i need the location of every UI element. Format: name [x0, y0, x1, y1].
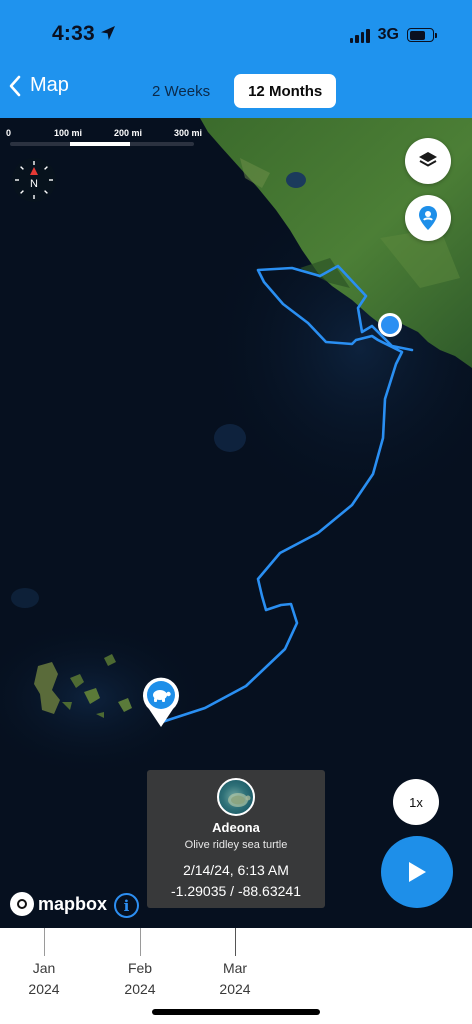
- layers-button[interactable]: [405, 138, 451, 184]
- period-tabs: 2 Weeks 12 Months: [138, 74, 337, 108]
- info-icon[interactable]: i: [114, 893, 139, 918]
- mapbox-logo-icon: [10, 892, 34, 916]
- timeline-tick: [44, 928, 45, 956]
- scale-label: 200 mi: [114, 128, 143, 138]
- year-label: 2024: [219, 981, 251, 997]
- tab-12-months[interactable]: 12 Months: [234, 74, 337, 108]
- play-button[interactable]: [381, 836, 453, 908]
- location-arrow-icon: [101, 26, 115, 40]
- position-datetime: 2/14/24, 6:13 AM: [183, 862, 289, 878]
- network-type: 3G: [377, 26, 399, 43]
- chevron-left-icon: [9, 75, 21, 96]
- animal-name: Adeona: [212, 820, 260, 835]
- mapbox-attribution[interactable]: mapbox: [10, 892, 107, 916]
- status-indicators: 3G: [349, 26, 437, 44]
- timeline-label-feb: Feb 2024: [110, 958, 170, 1000]
- tab-2-weeks[interactable]: 2 Weeks: [138, 74, 224, 108]
- map-view[interactable]: 0 100 mi 200 mi 300 mi N Adeona Olive ri…: [0, 118, 472, 928]
- timeline-label-jan: Jan 2024: [14, 958, 74, 1000]
- location-pin-icon: [419, 206, 437, 230]
- compass-icon[interactable]: N: [12, 158, 56, 202]
- cellular-signal-icon: [349, 28, 370, 43]
- status-time: 4:33: [52, 22, 95, 45]
- animal-info-card: Adeona Olive ridley sea turtle 2/14/24, …: [147, 770, 325, 908]
- home-indicator: [152, 1009, 320, 1015]
- timeline-tick: [235, 928, 236, 956]
- scale-label: 100 mi: [54, 128, 83, 138]
- timeline[interactable]: Jan 2024 Feb 2024 Mar 2024: [0, 928, 472, 1024]
- month-label: Jan: [32, 960, 56, 976]
- locate-button[interactable]: [405, 195, 451, 241]
- scale-label: 0: [6, 128, 12, 138]
- timeline-label-mar: Mar 2024: [205, 958, 265, 1000]
- turtle-avatar: [217, 778, 255, 816]
- scale-label: 300 mi: [174, 128, 203, 138]
- timeline-tick: [140, 928, 141, 956]
- back-button[interactable]: Map: [8, 74, 69, 97]
- layers-icon: [419, 152, 437, 167]
- app-header: 4:33 3G Map 2 Weeks 12 Months: [0, 0, 472, 118]
- playback-speed-button[interactable]: 1x: [393, 779, 439, 825]
- play-icon: [409, 862, 426, 882]
- month-label: Feb: [127, 960, 153, 976]
- turtle-icon[interactable]: [140, 674, 182, 728]
- battery-icon: [407, 28, 437, 42]
- animal-species: Olive ridley sea turtle: [184, 839, 288, 851]
- back-label: Map: [30, 74, 69, 96]
- year-label: 2024: [124, 981, 156, 997]
- month-label: Mar: [222, 960, 248, 976]
- year-label: 2024: [28, 981, 60, 997]
- compass-label: N: [30, 178, 38, 190]
- position-coordinates: -1.29035 / -88.63241: [171, 883, 301, 899]
- scale-bar: 0 100 mi 200 mi 300 mi: [6, 128, 206, 152]
- mapbox-label: mapbox: [38, 893, 108, 914]
